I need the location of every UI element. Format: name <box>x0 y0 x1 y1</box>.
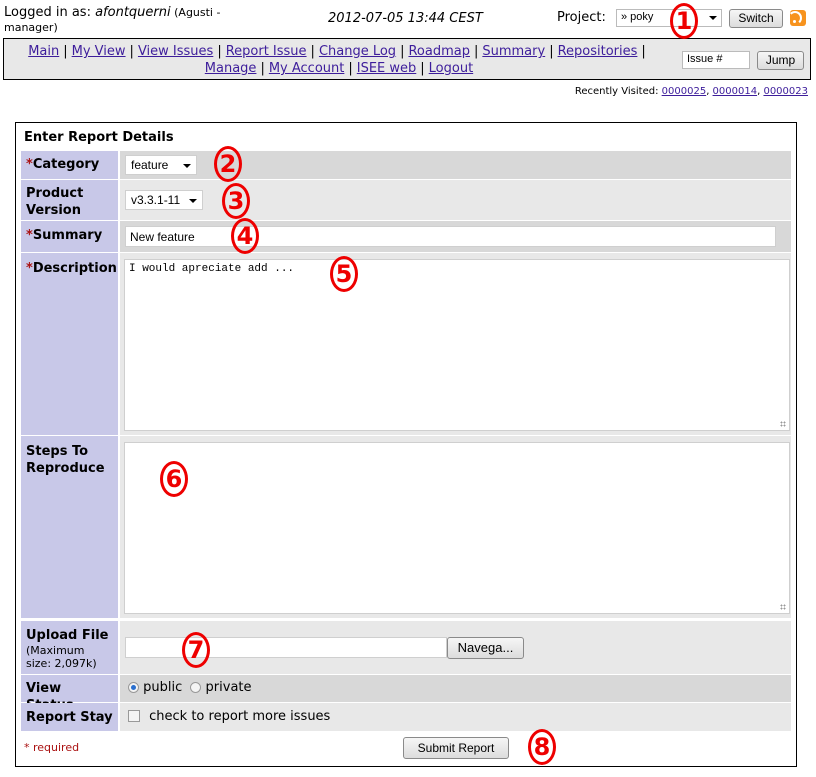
menu-links: Main | My View | View Issues | Report Issue | Ch… <box>4 43 674 77</box>
recent-issue-link[interactable]: 0000023 <box>763 86 808 97</box>
annotation-marker: 4 <box>231 218 259 254</box>
menu-separator: | <box>473 44 479 59</box>
recently-visited-label: Recently Visited: <box>574 86 662 97</box>
annotation-marker: 5 <box>330 256 358 292</box>
menu-separator: | <box>348 61 353 76</box>
menu-link-view-issues[interactable]: View Issues <box>138 44 213 59</box>
report-stay-row: Report Stay check to report more issues <box>21 703 791 731</box>
category-select[interactable]: feature <box>125 155 197 175</box>
description-text: I would apreciate add ... <box>129 263 295 275</box>
product-version-label: Product Version <box>21 180 118 220</box>
upload-file-input[interactable] <box>125 637 447 658</box>
menu-separator: | <box>641 44 646 59</box>
menu-link-my-account[interactable]: My Account <box>269 61 345 76</box>
summary-row: *Summary New feature <box>21 221 791 252</box>
resize-grip-icon[interactable] <box>780 421 786 427</box>
summary-input[interactable]: New feature <box>125 226 776 247</box>
view-status-label: View Status <box>21 675 118 713</box>
required-note: * required <box>24 741 80 754</box>
menu-separator: | <box>310 44 315 59</box>
menu-link-roadmap[interactable]: Roadmap <box>408 44 470 59</box>
menu-separator: | <box>217 44 222 59</box>
description-label: *Description <box>21 253 118 435</box>
category-label: *Category <box>21 151 118 179</box>
upload-size-note: (Maximum size: 2,097k) <box>26 644 97 670</box>
annotation-marker: 3 <box>222 183 250 219</box>
annotation-marker: 1 <box>670 3 698 39</box>
category-selected-value: feature <box>131 158 169 172</box>
private-radio[interactable] <box>190 682 202 693</box>
switch-project-button[interactable]: Switch <box>729 9 783 28</box>
project-selected-value: » poky <box>621 11 654 23</box>
resize-grip-icon[interactable] <box>780 604 786 610</box>
description-textarea[interactable]: I would apreciate add ... <box>124 259 790 431</box>
menu-link-isee-web[interactable]: ISEE web <box>357 61 417 76</box>
menu-separator: | <box>400 44 405 59</box>
menu-link-summary[interactable]: Summary <box>482 44 545 59</box>
rss-feed-icon[interactable] <box>790 10 806 26</box>
logged-in-prefix: Logged in as: <box>4 5 96 20</box>
menu-separator: | <box>549 44 554 59</box>
chevron-down-icon <box>189 199 197 203</box>
menu-link-change-log[interactable]: Change Log <box>319 44 396 59</box>
current-datetime: 2012-07-05 13:44 CEST <box>328 11 483 26</box>
project-select[interactable]: » poky <box>616 9 722 27</box>
submit-report-button[interactable]: Submit Report <box>403 737 509 759</box>
required-marker: * <box>26 157 33 172</box>
chevron-down-icon <box>709 16 717 20</box>
product-version-select[interactable]: v3.3.1-11 <box>125 190 203 210</box>
menu-separator: | <box>129 44 134 59</box>
project-label: Project: <box>557 10 606 25</box>
product-version-row: Product Version v3.3.1-11 <box>21 180 791 220</box>
menu-link-logout[interactable]: Logout <box>429 61 474 76</box>
form-title: Enter Report Details <box>24 130 174 145</box>
menu-separator: | <box>420 61 425 76</box>
report-stay-label: Report Stay <box>21 703 118 731</box>
menu-link-repositories[interactable]: Repositories <box>558 44 638 59</box>
recent-issue-link[interactable]: 0000014 <box>713 86 758 97</box>
view-status-row: View Status public private <box>21 675 791 713</box>
steps-textarea[interactable] <box>124 442 790 614</box>
product-version-selected-value: v3.3.1-11 <box>131 193 181 207</box>
private-radio-label[interactable]: private <box>206 680 252 695</box>
recent-issue-link[interactable]: 0000025 <box>662 86 707 97</box>
menu-separator: | <box>63 44 68 59</box>
login-info: Logged in as: afontquerni (Agusti - mana… <box>4 5 264 35</box>
summary-label: *Summary <box>21 221 118 252</box>
recently-visited: Recently Visited: 0000025, 0000014, 0000… <box>574 86 808 97</box>
chevron-down-icon <box>183 164 191 168</box>
annotation-marker: 7 <box>182 632 210 668</box>
menu-link-report-issue[interactable]: Report Issue <box>226 44 307 59</box>
menu-separator: | <box>260 61 265 76</box>
steps-label: Steps To Reproduce <box>21 436 118 618</box>
menu-link-manage[interactable]: Manage <box>205 61 257 76</box>
upload-label: Upload File (Maximum size: 2,097k) <box>21 621 118 674</box>
annotation-marker: 8 <box>528 729 556 765</box>
menu-link-my-view[interactable]: My View <box>72 44 126 59</box>
annotation-marker: 2 <box>214 146 242 182</box>
menu-link-main[interactable]: Main <box>28 44 59 59</box>
username: afontquerni <box>95 5 171 20</box>
annotation-marker: 6 <box>160 461 188 497</box>
public-radio[interactable] <box>128 682 139 693</box>
steps-row: Steps To Reproduce <box>21 436 791 618</box>
browse-button[interactable]: Navega... <box>447 637 524 659</box>
issue-number-input[interactable]: Issue # <box>682 51 750 69</box>
report-stay-checkbox-label[interactable]: check to report more issues <box>149 709 330 724</box>
description-row: *Description I would apreciate add ... <box>21 253 791 435</box>
jump-button[interactable]: Jump <box>757 51 804 70</box>
category-row: *Category feature <box>21 151 791 179</box>
main-menu: Main | My View | View Issues | Report Issue | Ch… <box>3 38 811 80</box>
report-form: Enter Report Details *Category feature P… <box>15 122 797 767</box>
upload-row: Upload File (Maximum size: 2,097k) Navega… <box>21 621 791 674</box>
report-stay-checkbox[interactable] <box>128 710 140 722</box>
public-radio-label[interactable]: public <box>143 680 182 695</box>
